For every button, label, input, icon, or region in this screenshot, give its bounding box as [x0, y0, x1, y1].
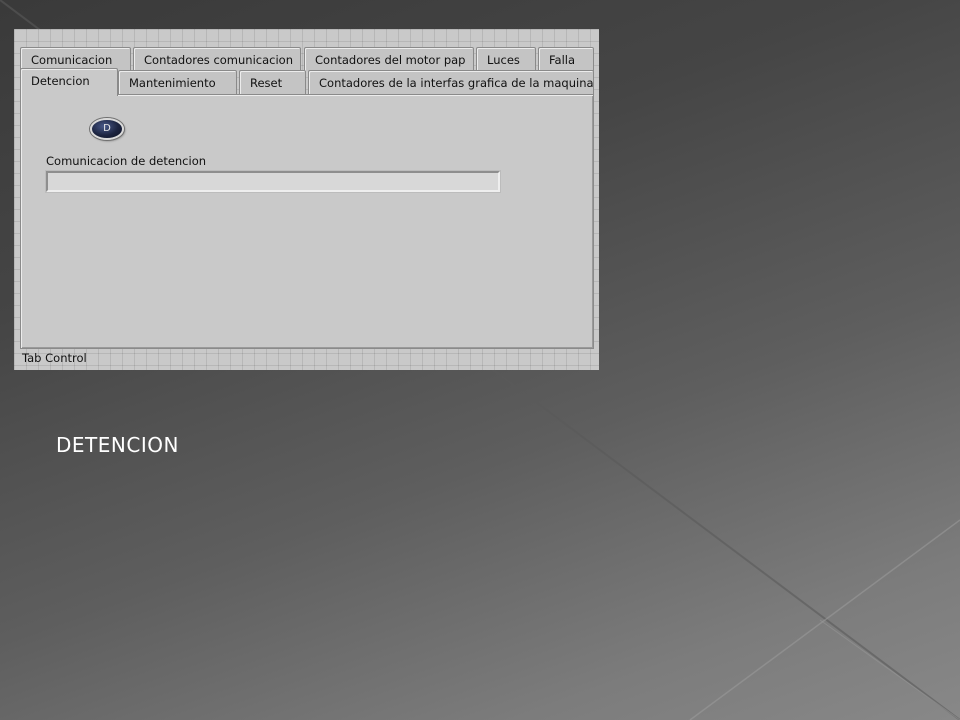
front-panel: Comunicacion Contadores comunicacion Con…	[14, 29, 599, 370]
tab-contadores-comunicacion[interactable]: Contadores comunicacion	[133, 47, 301, 71]
tab-contadores-interfas-grafica[interactable]: Contadores de la interfas grafica de la …	[308, 70, 594, 94]
tab-mantenimiento[interactable]: Mantenimiento	[118, 70, 237, 94]
comunicacion-de-detencion-label: Comunicacion de detencion	[46, 154, 207, 168]
tab-detencion[interactable]: Detencion	[20, 68, 118, 96]
tab-reset[interactable]: Reset	[239, 70, 306, 94]
detencion-led-button[interactable]: D	[90, 118, 124, 140]
slide-caption: DETENCION	[56, 433, 179, 457]
tab-contadores-del-motor-pap[interactable]: Contadores del motor pap	[304, 47, 474, 71]
tab-luces[interactable]: Luces	[476, 47, 536, 71]
tab-page-detencion: D Comunicacion de detencion	[20, 94, 594, 349]
tab-control: Comunicacion Contadores comunicacion Con…	[20, 47, 594, 349]
tab-control-caption: Tab Control	[22, 351, 87, 365]
comunicacion-de-detencion-indicator[interactable]	[45, 170, 501, 193]
tab-falla[interactable]: Falla	[538, 47, 594, 71]
